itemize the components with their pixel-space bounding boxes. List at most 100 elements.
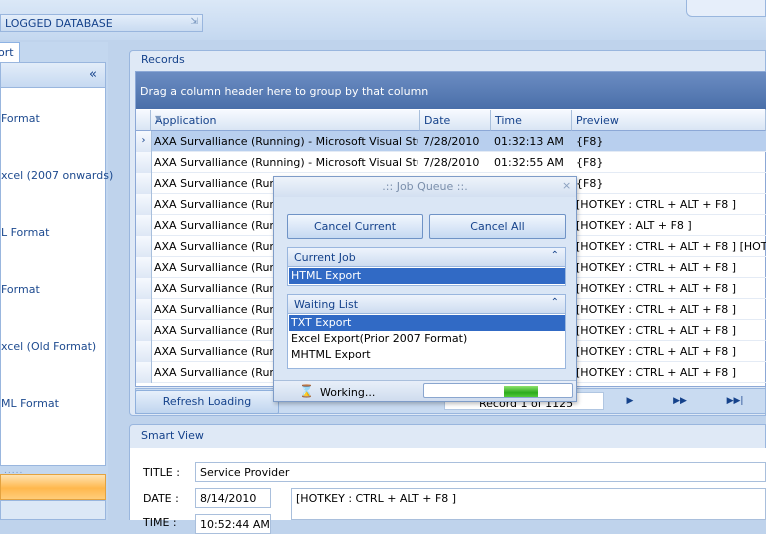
- cancel-all-button[interactable]: Cancel All: [429, 214, 566, 239]
- smart-view-title: Smart View: [141, 429, 204, 442]
- sidebar-tab-label: ort: [0, 46, 14, 59]
- row-indicator[interactable]: [136, 215, 152, 236]
- next-record-icon[interactable]: ▶: [620, 392, 640, 410]
- cell-application[interactable]: AXA Survalliance (Running) - Microsoft V…: [154, 156, 418, 169]
- collapse-icon[interactable]: ⌃: [551, 250, 559, 261]
- time-field[interactable]: 10:52:44 AM: [195, 514, 271, 534]
- preview-value: [HOTKEY : CTRL + ALT + F8 ]: [296, 492, 457, 505]
- logged-database-panel-header[interactable]: LOGGED DATABASE ⇲: [0, 14, 203, 32]
- table-row[interactable]: › AXA Survalliance (Running) - Microsoft …: [136, 131, 766, 152]
- column-header-application[interactable]: Application ▼: [151, 110, 420, 131]
- table-row[interactable]: AXA Survalliance (Running) - Microsoft V…: [136, 152, 766, 173]
- cell-preview[interactable]: [HOTKEY : CTRL + ALT + F8 ]: [576, 366, 766, 379]
- sidebar-section[interactable]: [0, 500, 106, 520]
- date-field[interactable]: 8/14/2010: [195, 488, 271, 508]
- column-header-label: Time: [495, 114, 522, 127]
- cell-preview[interactable]: [HOTKEY : CTRL + ALT + F8 ]: [576, 261, 766, 274]
- column-header-time[interactable]: Time: [491, 110, 572, 131]
- cell-preview[interactable]: [HOTKEY : CTRL + ALT + F8 ]: [576, 198, 766, 211]
- cell-preview[interactable]: {F8}: [576, 156, 766, 169]
- column-header-label: Date: [424, 114, 451, 127]
- records-panel-title: Records: [141, 53, 185, 66]
- next-page-icon[interactable]: ▶▶: [670, 392, 690, 410]
- logged-database-label: LOGGED DATABASE: [5, 17, 113, 30]
- time-label: TIME :: [143, 516, 177, 529]
- cell-time[interactable]: 01:32:13 AM: [494, 135, 572, 148]
- row-indicator[interactable]: [136, 236, 152, 257]
- waiting-item-label: Excel Export(Prior 2007 Format): [291, 332, 468, 345]
- cancel-current-button[interactable]: Cancel Current: [287, 214, 423, 239]
- waiting-item-label: MHTML Export: [291, 348, 371, 361]
- cell-application[interactable]: AXA Survalliance (Running) - Microsoft V…: [154, 135, 418, 148]
- waiting-list: TXT Export Excel Export(Prior 2007 Forma…: [287, 314, 566, 369]
- filter-icon[interactable]: ▼: [155, 114, 415, 123]
- cell-preview[interactable]: [HOTKEY : CTRL + ALT + F8 ]: [576, 303, 766, 316]
- export-format-item[interactable]: xcel (2007 onwards): [1, 169, 113, 182]
- row-indicator[interactable]: [136, 320, 152, 341]
- progress-bar: [423, 383, 573, 398]
- close-icon[interactable]: ×: [562, 177, 571, 195]
- waiting-list-item[interactable]: Excel Export(Prior 2007 Format): [289, 331, 565, 347]
- waiting-list-item[interactable]: TXT Export: [289, 315, 565, 331]
- last-record-icon[interactable]: ▶▶|: [722, 392, 748, 410]
- job-queue-title: .:: Job Queue ::.: [274, 177, 576, 197]
- date-value: 8/14/2010: [200, 492, 257, 505]
- refresh-loading-button[interactable]: Refresh Loading: [135, 390, 279, 414]
- waiting-list-header[interactable]: Waiting List ⌃: [287, 294, 566, 314]
- row-indicator[interactable]: [136, 152, 152, 173]
- group-by-hint: Drag a column header here to group by th…: [140, 85, 429, 98]
- column-header-label: Preview: [576, 114, 619, 127]
- column-header-date[interactable]: Date: [420, 110, 491, 131]
- current-job-item[interactable]: HTML Export: [289, 268, 565, 284]
- export-format-item[interactable]: Format: [1, 112, 40, 125]
- row-indicator[interactable]: ›: [136, 131, 152, 152]
- cell-preview[interactable]: [HOTKEY : CTRL + ALT + F8 ]: [576, 345, 766, 358]
- row-indicator[interactable]: [136, 341, 152, 362]
- row-indicator[interactable]: [136, 362, 152, 383]
- group-by-area[interactable]: Drag a column header here to group by th…: [136, 72, 766, 109]
- row-indicator-header: [136, 110, 151, 131]
- row-indicator[interactable]: [136, 173, 152, 194]
- top-right-panel: [686, 0, 766, 17]
- cell-preview[interactable]: [HOTKEY : ALT + F8 ]: [576, 219, 766, 232]
- current-job-header-label: Current Job: [294, 251, 356, 264]
- collapse-chevron-icon[interactable]: «: [89, 67, 97, 82]
- current-job-label: HTML Export: [291, 269, 362, 282]
- export-format-item[interactable]: L Format: [1, 226, 49, 239]
- waiting-list-header-label: Waiting List: [294, 298, 359, 311]
- waiting-item-label: TXT Export: [291, 316, 352, 329]
- row-indicator[interactable]: [136, 299, 152, 320]
- waiting-list-item[interactable]: MHTML Export: [289, 347, 565, 363]
- title-value: Service Provider: [200, 466, 290, 479]
- preview-field[interactable]: [HOTKEY : CTRL + ALT + F8 ]: [291, 488, 766, 520]
- cell-preview[interactable]: {F8}: [576, 135, 766, 148]
- row-indicator[interactable]: [136, 257, 152, 278]
- cell-preview[interactable]: [HOTKEY : CTRL + ALT + F8 ]: [576, 282, 766, 295]
- cell-date[interactable]: 7/28/2010: [423, 135, 491, 148]
- hourglass-icon: ⌛: [299, 384, 314, 398]
- sidebar-header: «: [0, 62, 106, 88]
- cell-date[interactable]: 7/28/2010: [423, 156, 491, 169]
- export-format-item[interactable]: xcel (Old Format): [1, 340, 96, 353]
- title-label: TITLE :: [143, 466, 180, 479]
- row-indicator[interactable]: [136, 194, 152, 215]
- title-field[interactable]: Service Provider: [195, 462, 766, 482]
- current-job-list: HTML Export: [287, 267, 566, 286]
- export-format-list: Format xcel (2007 onwards) L Format Form…: [0, 88, 113, 466]
- export-format-item[interactable]: ML Format: [1, 397, 59, 410]
- row-indicator[interactable]: [136, 278, 152, 299]
- current-job-header[interactable]: Current Job ⌃: [287, 247, 566, 267]
- sidebar-active-section[interactable]: [0, 474, 106, 500]
- panel-expand-icon[interactable]: ⇲: [190, 17, 198, 27]
- export-format-item[interactable]: Format: [1, 283, 40, 296]
- cell-preview[interactable]: {F8}: [576, 177, 766, 190]
- progress-fill: [504, 386, 538, 397]
- working-status-text: Working...: [320, 386, 376, 399]
- date-label: DATE :: [143, 492, 179, 505]
- cell-preview[interactable]: [HOTKEY : CTRL + ALT + F8 ] [HOTKEY: [576, 240, 766, 253]
- collapse-icon[interactable]: ⌃: [551, 297, 559, 308]
- cell-time[interactable]: 01:32:55 AM: [494, 156, 572, 169]
- column-header-preview[interactable]: Preview: [572, 110, 766, 131]
- sidebar-tab-export[interactable]: ort: [0, 42, 20, 62]
- cell-preview[interactable]: [HOTKEY : CTRL + ALT + F8 ]: [576, 324, 766, 337]
